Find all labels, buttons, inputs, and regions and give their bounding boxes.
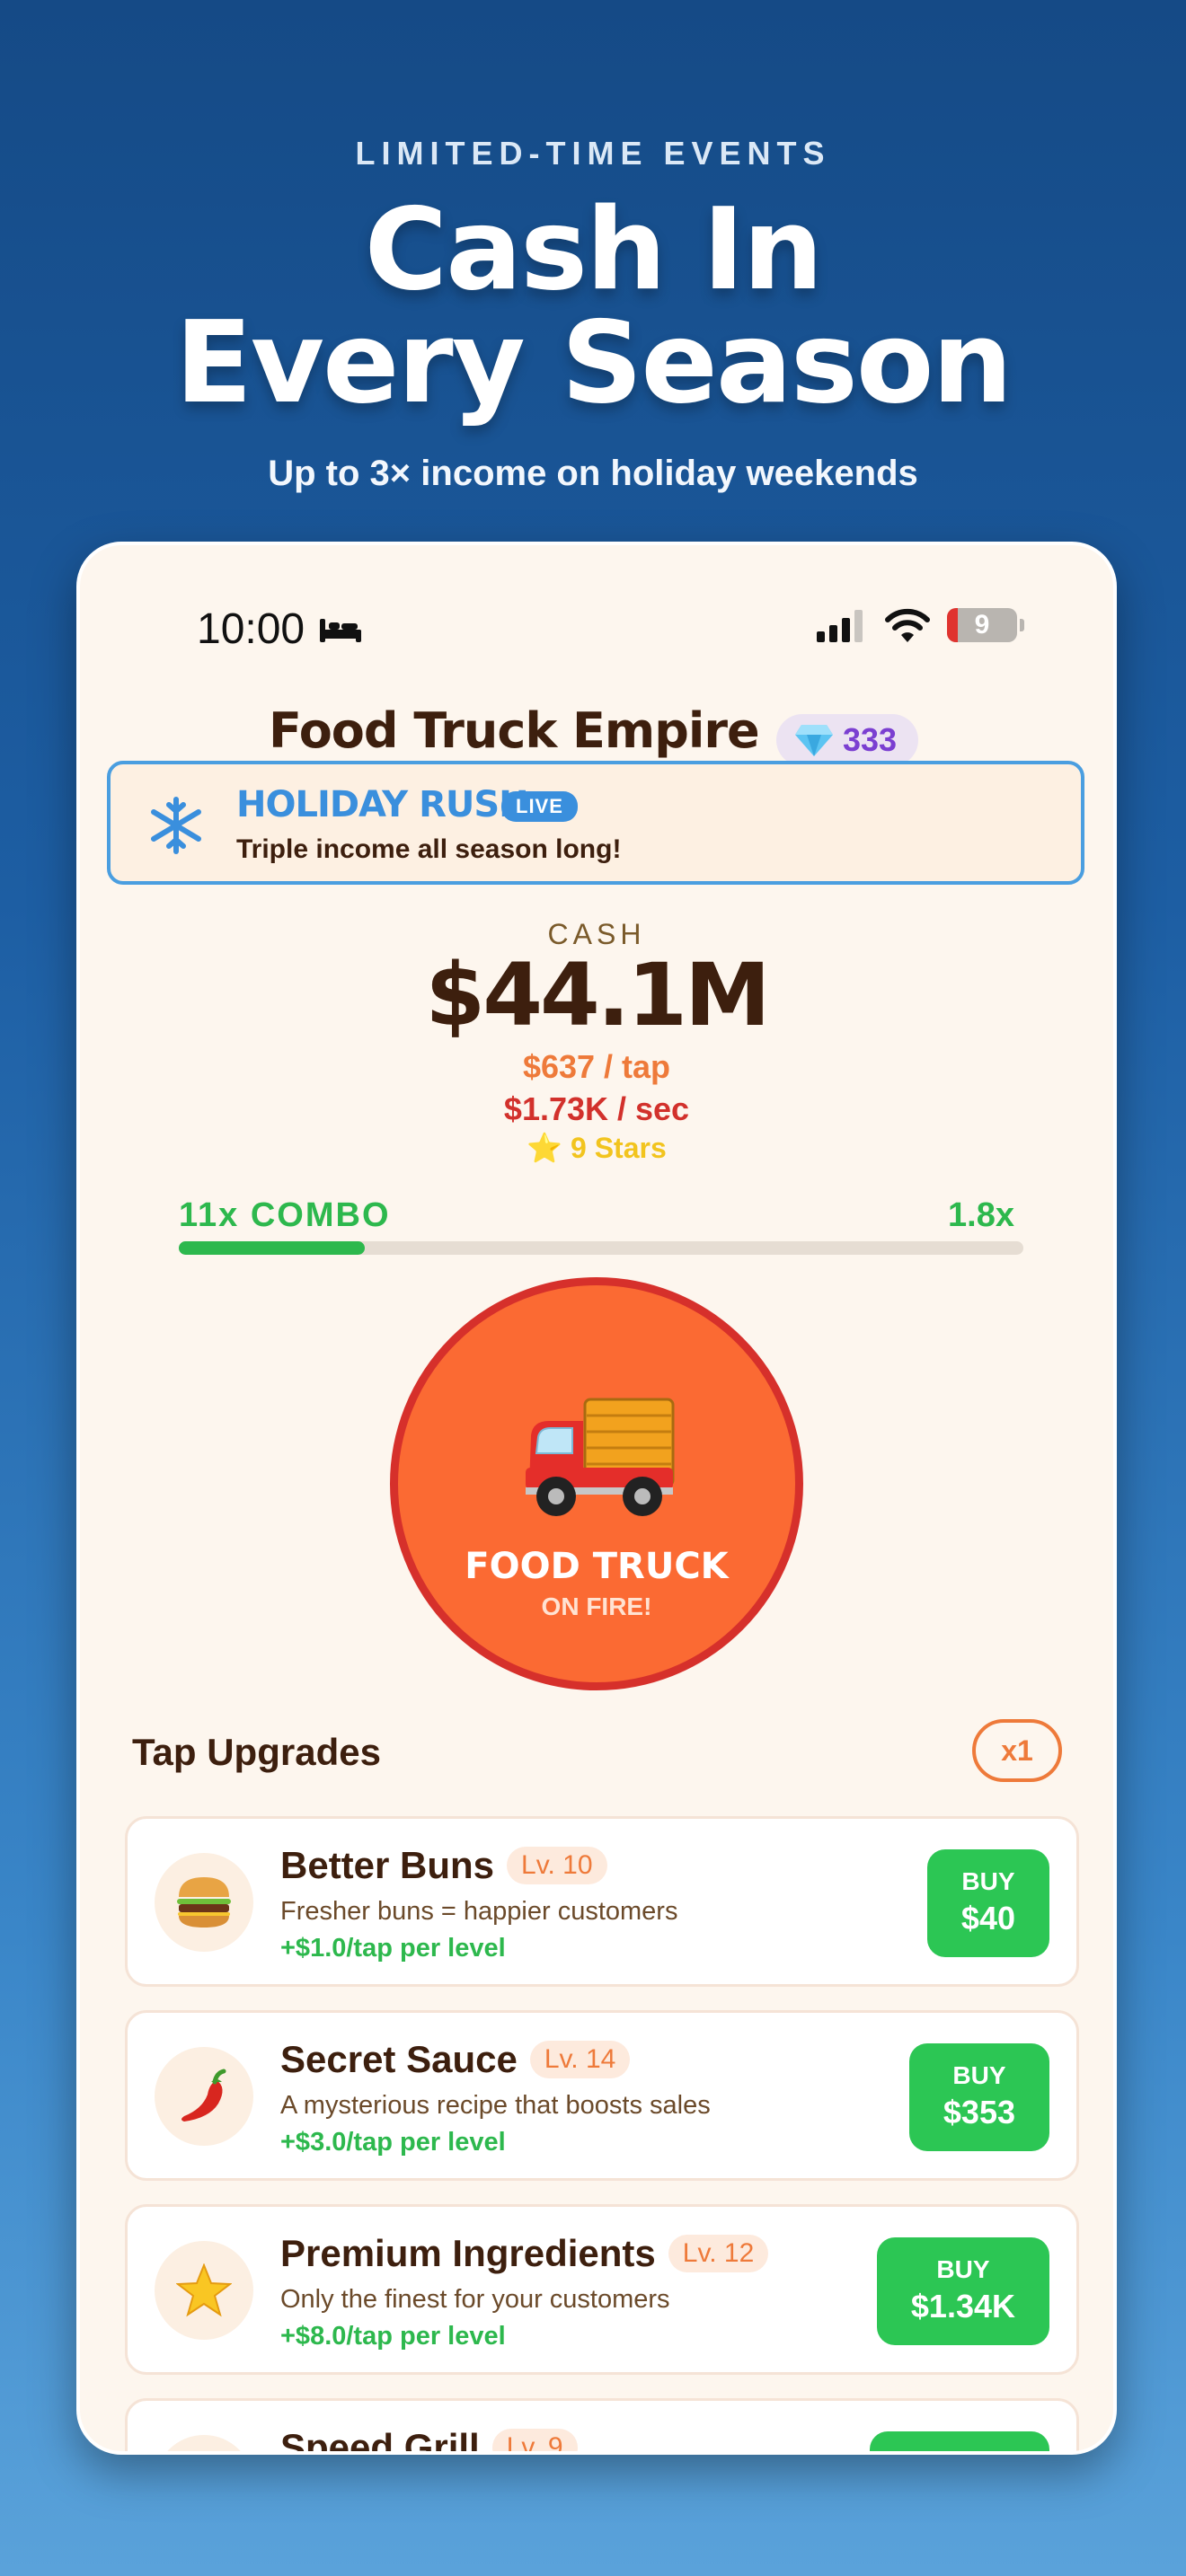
upgrade-level-badge: Lv. 14: [529, 2041, 631, 2078]
buy-button-secret-sauce[interactable]: BUY $353: [908, 2043, 1049, 2151]
upgrade-level-badge: Lv. 9: [491, 2429, 578, 2451]
upgrade-level-badge: Lv. 12: [668, 2235, 769, 2272]
upgrade-name: Secret Sauce Lv. 14: [280, 2038, 631, 2081]
cellular-signal-icon: [817, 610, 863, 642]
burger-icon: [155, 1853, 253, 1952]
upgrade-card-speed-grill: Speed Grill Lv. 9: [125, 2398, 1079, 2451]
buy-button-premium-ingredients[interactable]: BUY $1.34K: [876, 2237, 1049, 2345]
snowflake-icon: [151, 797, 201, 854]
combo-multiplier: 1.8x: [948, 1196, 1014, 1234]
battery-tip: [1020, 619, 1024, 631]
upgrade-name: Better Buns Lv. 10: [280, 1844, 607, 1887]
live-badge: LIVE: [501, 791, 578, 822]
combo-label: 11x COMBO: [179, 1196, 391, 1234]
upgrade-card-secret-sauce: Secret Sauce Lv. 14 A mysterious recipe t…: [125, 2010, 1079, 2181]
upgrade-description: A mysterious recipe that boosts sales: [280, 2091, 711, 2120]
upgrade-bonus: +$1.0/tap per level: [280, 1934, 506, 1963]
cash-value: $44.1M: [425, 945, 770, 1045]
upgrade-name: Premium Ingredients Lv. 12: [280, 2232, 769, 2275]
income-per-tap: $637 / tap: [522, 1048, 671, 1085]
promo-headline: Cash In Every Season: [0, 193, 1186, 419]
grill-icon: [155, 2435, 253, 2451]
upgrade-bonus: +$3.0/tap per level: [280, 2128, 506, 2157]
delivery-truck-icon: [526, 1398, 675, 1516]
upgrade-description: Fresher buns = happier customers: [280, 1897, 678, 1926]
income-per-second: $1.73K / sec: [503, 1090, 690, 1127]
phone-screen: 10:00 9 Food Truck Empire 333 HOLIDAY RU…: [76, 542, 1117, 2455]
chili-pepper-icon: [155, 2047, 253, 2146]
upgrade-name: Speed Grill Lv. 9: [280, 2426, 578, 2451]
combo-progress-fill: [179, 1241, 365, 1255]
upgrade-level-badge: Lv. 10: [507, 1847, 607, 1884]
upgrade-bonus: +$8.0/tap per level: [280, 2322, 506, 2351]
tap-button-subtitle: ON FIRE!: [541, 1592, 652, 1620]
status-bar: 10:00 9: [80, 599, 1113, 653]
event-subtitle: Triple income all season long!: [236, 834, 622, 864]
promo-headline-line1: Cash In: [364, 183, 824, 315]
app-title: Food Truck Empire: [269, 702, 760, 759]
star-icon: [155, 2241, 253, 2340]
promo-eyebrow: LIMITED-TIME EVENTS: [355, 135, 831, 172]
event-banner[interactable]: HOLIDAY RUSH LIVE Triple income all seas…: [107, 761, 1084, 885]
stars-count: ⭐ 9 Stars: [527, 1132, 667, 1164]
wifi-icon: [885, 608, 930, 642]
event-title: HOLIDAY RUSH: [236, 784, 529, 825]
upgrade-description: Only the finest for your customers: [280, 2285, 670, 2314]
buy-button-better-buns[interactable]: BUY $40: [926, 1849, 1049, 1957]
promo-headline-line2: Every Season: [174, 296, 1013, 428]
upgrades-section-title: Tap Upgrades: [132, 1731, 381, 1773]
gem-count: 333: [843, 721, 898, 758]
promo-subhead: Up to 3× income on holiday weekends: [268, 454, 918, 493]
buy-button-speed-grill[interactable]: [870, 2431, 1049, 2451]
buy-multiplier-toggle[interactable]: x1: [972, 1719, 1062, 1782]
gem-balance[interactable]: 333: [776, 714, 919, 766]
food-truck-tap-button[interactable]: FOOD TRUCK ON FIRE!: [390, 1277, 803, 1690]
upgrade-card-premium-ingredients: Premium Ingredients Lv. 12 Only the fines…: [125, 2204, 1079, 2375]
combo-progress-bar: [179, 1241, 1023, 1255]
battery-indicator: 9: [947, 608, 1017, 642]
status-time: 10:00: [197, 605, 305, 653]
sleep-focus-icon: [320, 619, 361, 642]
diamond-icon: [795, 725, 833, 756]
tap-button-title: FOOD TRUCK: [465, 1546, 729, 1587]
battery-level: 9: [974, 610, 990, 640]
upgrade-card-better-buns: Better Buns Lv. 10 Fresher buns = happier…: [125, 1816, 1079, 1987]
